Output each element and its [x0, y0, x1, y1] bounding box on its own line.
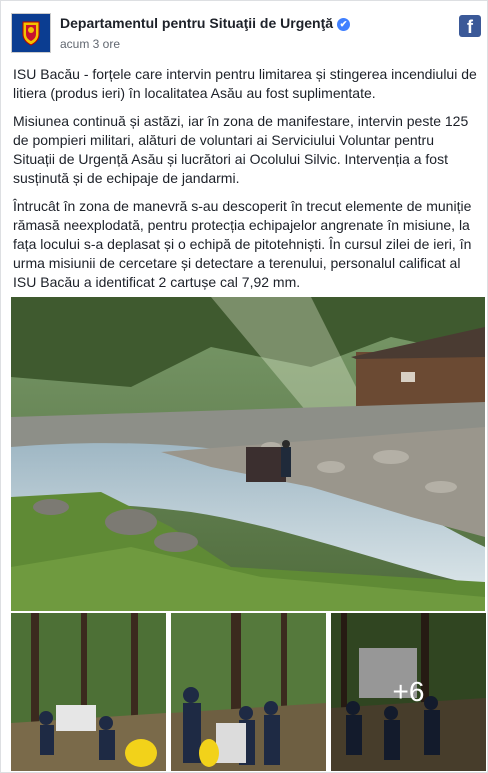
forest-crew-image: [171, 613, 326, 771]
forest-crew-image: [11, 613, 166, 771]
page-name-text[interactable]: Departamentul pentru Situaţii de Urgenţă: [60, 15, 333, 31]
timestamp[interactable]: acum 3 ore: [60, 37, 120, 51]
more-photos-overlay[interactable]: +6: [331, 613, 486, 771]
coat-of-arms-icon: [14, 16, 48, 50]
main-photo[interactable]: [11, 297, 485, 611]
verified-icon: ✔: [337, 18, 351, 31]
post-paragraph: ISU Bacău - forțele care intervin pentru…: [13, 66, 477, 101]
thumb-photo-more[interactable]: +6: [331, 613, 486, 771]
thumb-photo[interactable]: [171, 613, 326, 771]
avatar[interactable]: [11, 13, 51, 53]
post-paragraph: Misiunea continuă și astăzi, iar în zona…: [13, 113, 469, 186]
post-card: Departamentul pentru Situaţii de Urgenţă…: [0, 0, 488, 773]
post-text: ISU Bacău - forțele care intervin pentru…: [13, 65, 479, 301]
photo-grid: +6: [1, 297, 487, 773]
page-name[interactable]: Departamentul pentru Situaţii de Urgenţă…: [60, 15, 351, 31]
river-scene-image: [11, 297, 485, 611]
thumb-photo[interactable]: [11, 613, 166, 771]
facebook-icon[interactable]: f: [459, 15, 481, 37]
post-paragraph: Întrucât în zona de manevră s-au descope…: [13, 198, 472, 290]
post-header: Departamentul pentru Situaţii de Urgenţă…: [11, 11, 481, 57]
